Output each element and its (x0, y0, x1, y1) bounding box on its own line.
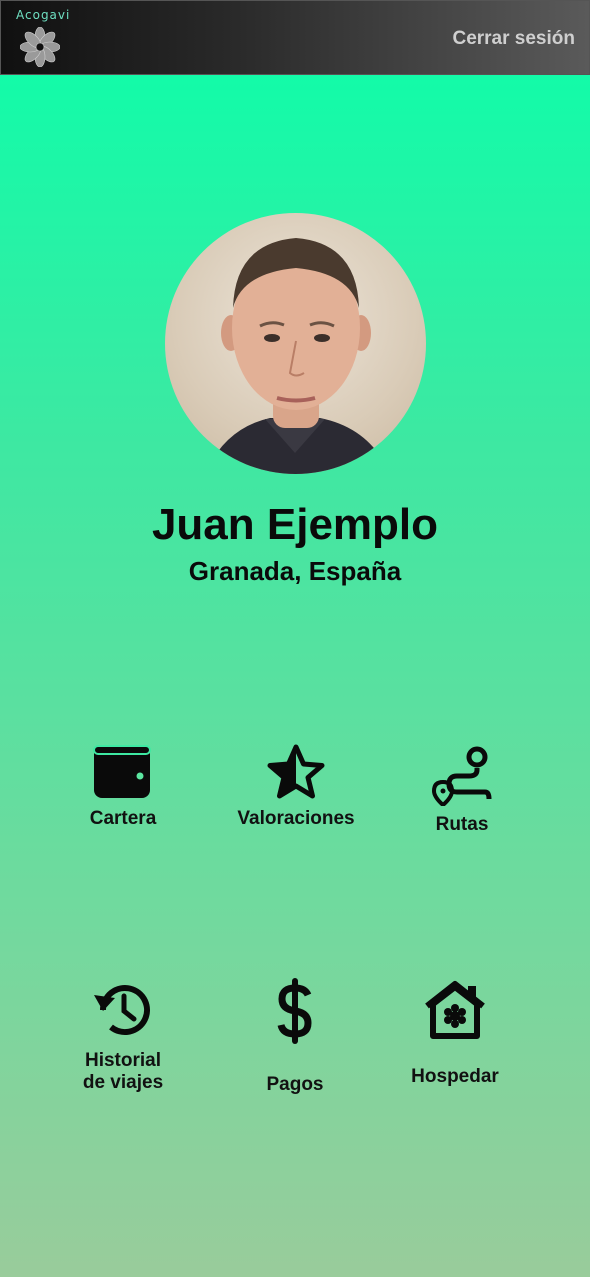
menu-item-host[interactable]: Hospedar (370, 978, 540, 1088)
menu-item-travel-history[interactable]: Historial de viajes (38, 978, 208, 1094)
brand-name: Acogavi (16, 8, 71, 22)
profile-location: Granada, España (188, 556, 402, 586)
logout-button[interactable]: Cerrar sesión (452, 28, 575, 50)
history-label: Historial de viajes (38, 1050, 208, 1094)
ratings-label: Valoraciones (237, 808, 355, 829)
star-icon (267, 744, 325, 799)
routes-label: Rutas (435, 814, 489, 835)
brand-logo-icon[interactable] (20, 27, 60, 67)
wallet-icon (93, 745, 151, 798)
house-icon (425, 981, 485, 1039)
avatar[interactable] (165, 213, 426, 474)
menu-item-payments[interactable]: Pagos (210, 978, 380, 1096)
payments-label: Pagos (266, 1074, 324, 1095)
profile-photo (205, 238, 390, 474)
route-icon (431, 746, 492, 806)
top-bar: Acogavi Cerrar sesión (0, 0, 590, 75)
wallet-label: Cartera (89, 808, 157, 829)
dollar-icon (277, 978, 312, 1044)
menu-item-routes[interactable]: Rutas (377, 744, 547, 836)
host-label: Hospedar (411, 1066, 499, 1087)
history-label-line2: de viajes (82, 1072, 164, 1093)
menu-item-ratings[interactable]: Valoraciones (211, 744, 381, 830)
menu-item-wallet[interactable]: Cartera (38, 744, 208, 830)
history-label-line1: Historial (84, 1050, 162, 1071)
history-icon (94, 985, 150, 1036)
profile-name: Juan Ejemplo (151, 500, 439, 549)
